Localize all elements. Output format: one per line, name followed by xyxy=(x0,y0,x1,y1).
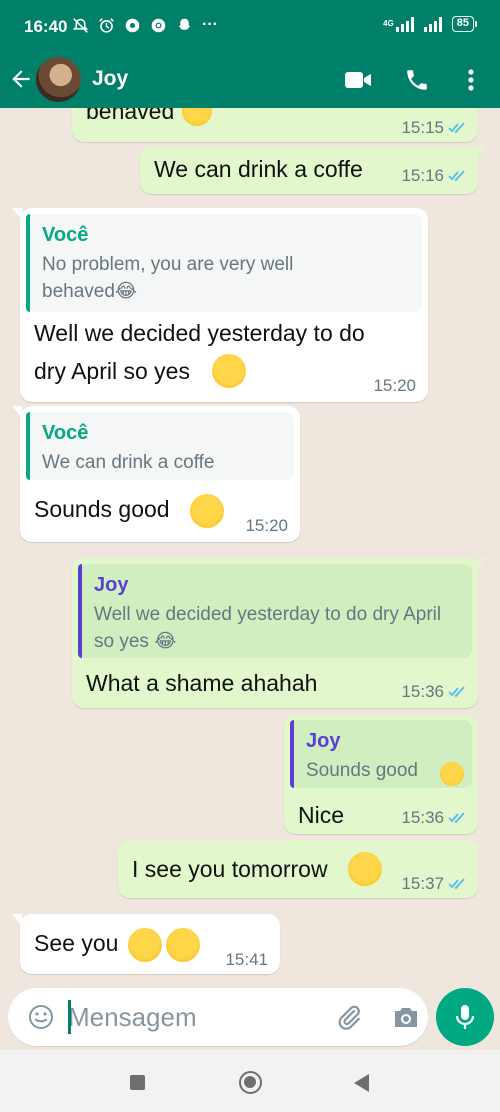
blush-emoji-icon xyxy=(182,108,212,126)
message-input-container[interactable] xyxy=(8,988,428,1046)
message-meta: 15:37 xyxy=(401,874,468,894)
message-time: 15:36 xyxy=(401,682,444,701)
message-text: Sounds good xyxy=(34,496,170,522)
signal-icon xyxy=(395,17,414,32)
message-bubble-incoming[interactable]: See you 15:41 xyxy=(12,914,280,974)
message-compose-bar xyxy=(0,988,500,1050)
message-time: 15:41 xyxy=(225,950,268,969)
quote-text: We can drink a coffe xyxy=(42,452,215,473)
message-input[interactable] xyxy=(68,1000,318,1034)
message-meta: 15:16 xyxy=(401,166,468,186)
read-ticks-icon xyxy=(448,812,465,824)
message-text: Nice xyxy=(298,802,345,828)
quoted-message[interactable]: Você We can drink a coffe xyxy=(26,412,294,480)
message-time: 15:20 xyxy=(373,376,416,395)
quoted-message[interactable]: Joy Well we decided yesterday to do dry … xyxy=(78,564,472,658)
message-text: We can drink a coffe xyxy=(154,156,363,182)
read-ticks-icon xyxy=(448,686,465,698)
quoted-message[interactable]: Você No problem, you are very well behav… xyxy=(26,214,422,312)
kissing-heart-emoji-icon xyxy=(348,852,382,886)
quote-text: Well we decided yesterday to do dry Apri… xyxy=(94,604,442,652)
halo-smile-emoji-icon xyxy=(190,494,224,528)
halo-smile-emoji-icon xyxy=(440,762,464,786)
status-time: 16:40 xyxy=(24,17,68,36)
app-notification-icon xyxy=(125,18,140,32)
message-text: Well we decided yesterday to do xyxy=(34,320,365,346)
message-bubble-outgoing[interactable]: I see you tomorrow 15:37 xyxy=(118,840,478,898)
chat-messages[interactable]: behaved 15:15 We can drink a coffe 15:16… xyxy=(0,108,500,988)
message-bubble-incoming[interactable]: Você No problem, you are very well behav… xyxy=(12,208,428,402)
contact-avatar[interactable] xyxy=(36,57,81,102)
contact-name[interactable]: Joy xyxy=(92,67,128,91)
message-bubble-outgoing[interactable]: Joy Well we decided yesterday to do dry … xyxy=(72,558,486,708)
more-notifications-icon: ··· xyxy=(202,16,218,33)
message-text: behaved xyxy=(86,108,175,124)
message-meta: 15:15 xyxy=(401,118,468,138)
phone-call-icon[interactable] xyxy=(404,67,430,93)
home-icon[interactable] xyxy=(239,1071,262,1094)
signal-icon-2 xyxy=(423,17,442,32)
text-cursor xyxy=(68,1000,71,1034)
nav-back-icon[interactable] xyxy=(354,1074,369,1092)
read-ticks-icon xyxy=(448,878,465,890)
camera-icon[interactable] xyxy=(392,1004,420,1030)
message-meta: 15:36 xyxy=(401,808,468,828)
message-bubble-incoming[interactable]: Você We can drink a coffe Sounds good 15… xyxy=(12,406,300,542)
status-bar: 16:40 ··· 4G 85 xyxy=(0,0,500,54)
message-meta: 15:20 xyxy=(245,516,288,536)
message-meta: 15:36 xyxy=(401,682,468,702)
system-navigation-bar xyxy=(0,1050,500,1112)
message-time: 15:37 xyxy=(401,874,444,893)
message-text: What a shame ahahah xyxy=(86,670,318,696)
back-arrow-icon[interactable] xyxy=(8,66,34,92)
message-time: 15:15 xyxy=(401,118,444,137)
chrome-icon xyxy=(151,18,166,32)
recent-apps-icon[interactable] xyxy=(130,1075,145,1090)
mute-notifications-icon xyxy=(72,17,89,33)
message-text-line-2: dry April so yes xyxy=(34,358,190,384)
quote-text: Sounds good xyxy=(306,760,418,781)
snapchat-icon xyxy=(178,18,191,30)
status-notification-icons: ··· xyxy=(72,16,218,34)
message-time: 15:20 xyxy=(245,516,288,535)
read-ticks-icon xyxy=(448,170,465,182)
message-text: I see you tomorrow xyxy=(132,856,328,882)
message-bubble-outgoing[interactable]: Joy Sounds good Nice 15:36 xyxy=(284,714,478,834)
read-ticks-icon xyxy=(448,122,465,134)
message-text: See you xyxy=(34,930,119,956)
alarm-icon xyxy=(99,17,114,33)
message-bubble-outgoing[interactable]: behaved 15:15 xyxy=(72,108,478,142)
yum-emoji-icon xyxy=(166,928,200,962)
quote-text: No problem, you are very well behaved😂 xyxy=(42,254,294,302)
quote-author: Joy xyxy=(306,730,341,752)
laughing-tears-emoji-icon xyxy=(212,354,246,388)
status-system-icons: 4G 85 xyxy=(383,16,478,32)
message-time: 15:36 xyxy=(401,808,444,827)
yum-emoji-icon xyxy=(128,928,162,962)
video-call-icon[interactable] xyxy=(344,69,372,91)
message-bubble-outgoing[interactable]: We can drink a coffe 15:16 xyxy=(140,146,486,194)
network-type: 4G xyxy=(383,19,394,28)
message-meta: 15:41 xyxy=(225,950,268,970)
quote-author: Joy xyxy=(94,574,129,596)
microphone-icon xyxy=(455,1005,475,1029)
attach-paperclip-icon[interactable] xyxy=(334,1003,364,1033)
emoji-icon[interactable] xyxy=(28,1004,54,1030)
more-options-icon[interactable] xyxy=(462,67,480,93)
quote-author: Você xyxy=(42,422,89,444)
battery-indicator: 85 xyxy=(451,16,478,32)
chat-header: Joy xyxy=(0,54,500,108)
message-time: 15:16 xyxy=(401,166,444,185)
quote-author: Você xyxy=(42,224,89,246)
voice-record-button[interactable] xyxy=(436,988,494,1046)
message-meta: 15:20 xyxy=(373,376,416,396)
